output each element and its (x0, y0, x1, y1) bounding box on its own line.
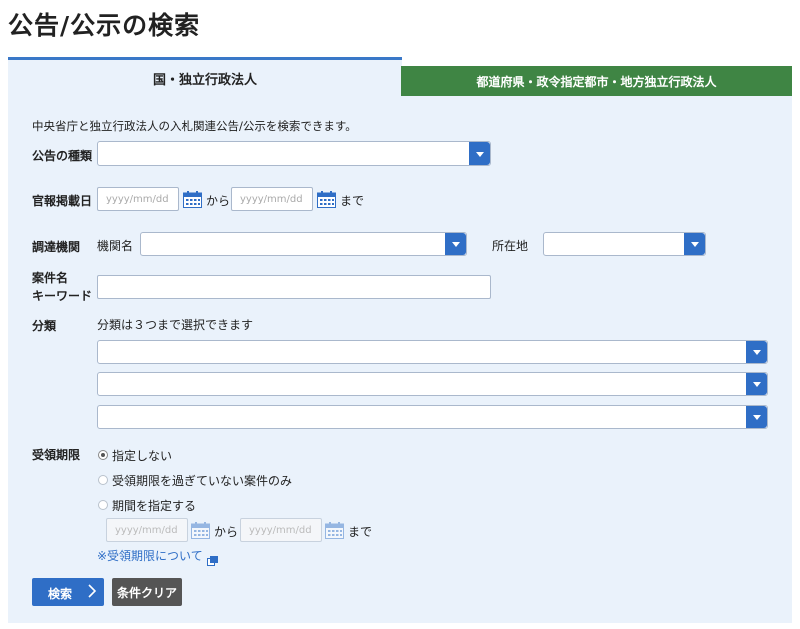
publish-date-from-input[interactable]: yyyy/mm/dd (97, 187, 179, 211)
chevron-down-icon (684, 233, 705, 255)
category-hint: 分類は３つまで選択できます (97, 318, 254, 332)
deadline-from-input[interactable]: yyyy/mm/dd (106, 518, 188, 542)
chevron-right-icon (88, 584, 96, 598)
location-label: 所在地 (492, 239, 529, 253)
keyword-label-line1: 案件名 (32, 271, 69, 285)
form-description: 中央省庁と独立行政法人の入札関連公告/公示を検索できます。 (32, 119, 357, 133)
calendar-icon[interactable] (317, 191, 336, 208)
chevron-down-icon (469, 142, 490, 165)
org-name-label: 機関名 (97, 239, 134, 253)
publish-date-to-text: まで (340, 194, 365, 208)
deadline-from-text: から (214, 525, 239, 539)
page-title: 公告/公示の検索 (8, 11, 201, 40)
org-name-select[interactable] (140, 232, 467, 256)
deadline-option-range: 期間を指定する (112, 499, 197, 513)
deadline-option-open: 受領期限を過ぎていない案件のみ (112, 474, 293, 488)
category-label: 分類 (32, 319, 57, 333)
deadline-to-text: まで (348, 525, 373, 539)
category-select-3[interactable] (97, 405, 768, 429)
category-select-2[interactable] (97, 372, 768, 396)
tab-national[interactable]: 国・独立行政法人 (8, 57, 402, 97)
clear-button[interactable]: 条件クリア (112, 578, 182, 606)
chevron-down-icon (746, 373, 767, 395)
category-select-1[interactable] (97, 340, 768, 364)
chevron-down-icon (445, 233, 466, 255)
procurement-label: 調達機関 (32, 240, 81, 254)
search-button[interactable]: 検索 (32, 578, 104, 606)
tab-prefectural[interactable]: 都道府県・政令指定都市・地方独立行政法人 (401, 66, 792, 96)
location-select[interactable] (543, 232, 706, 256)
chevron-down-icon (746, 406, 767, 428)
calendar-icon[interactable] (183, 191, 202, 208)
external-window-icon[interactable] (207, 551, 218, 566)
notice-type-select[interactable] (97, 141, 491, 166)
calendar-icon[interactable] (191, 522, 210, 539)
chevron-down-icon (746, 341, 767, 363)
publish-date-label: 官報掲載日 (32, 194, 93, 208)
deadline-to-input[interactable]: yyyy/mm/dd (240, 518, 322, 542)
deadline-help-link[interactable]: ※受領期限について (97, 547, 203, 564)
calendar-icon[interactable] (325, 522, 344, 539)
publish-date-from-text: から (206, 194, 231, 208)
deadline-label: 受領期限 (32, 448, 81, 462)
publish-date-to-input[interactable]: yyyy/mm/dd (231, 187, 313, 211)
search-button-label: 検索 (48, 587, 73, 601)
deadline-radio-none[interactable] (98, 450, 108, 460)
keyword-label-line2: キーワード (32, 289, 93, 303)
keyword-input[interactable] (97, 275, 491, 299)
deadline-radio-range[interactable] (98, 500, 108, 510)
deadline-option-none: 指定しない (112, 449, 173, 463)
notice-type-label: 公告の種類 (32, 149, 93, 163)
deadline-radio-open[interactable] (98, 475, 108, 485)
search-panel: 中央省庁と独立行政法人の入札関連公告/公示を検索できます。 公告の種類 官報掲載… (8, 96, 792, 623)
